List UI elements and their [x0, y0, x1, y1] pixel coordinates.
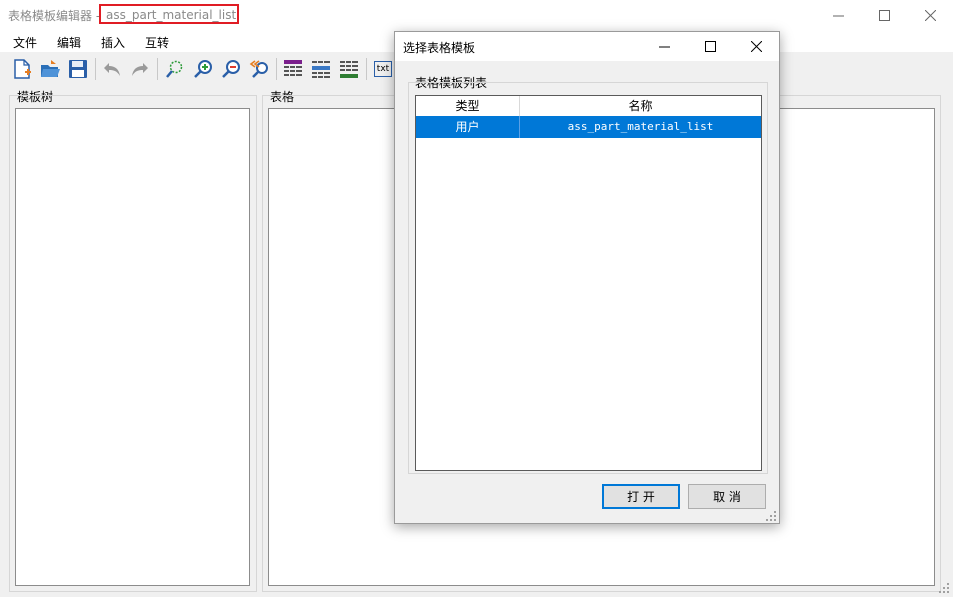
- zoom-reset-icon: [249, 60, 268, 78]
- table-style-blue-icon: [312, 61, 330, 78]
- fit-view-icon: [166, 60, 183, 78]
- app-title: 表格模板编辑器 -: [8, 7, 100, 24]
- minimize-button[interactable]: [815, 0, 861, 30]
- save-button[interactable]: [66, 57, 90, 81]
- minimize-icon: [658, 46, 670, 48]
- column-header-name[interactable]: 名称: [520, 96, 761, 116]
- maximize-button[interactable]: [861, 0, 907, 30]
- row-type-cell: 用户: [455, 120, 480, 134]
- zoom-in-icon: [194, 60, 212, 78]
- resize-grip-icon[interactable]: [938, 582, 950, 594]
- open-button[interactable]: 打 开: [602, 484, 680, 509]
- close-icon: [750, 41, 762, 52]
- menu-file[interactable]: 文件: [13, 34, 37, 51]
- app-title-text: 表格模板编辑器: [8, 9, 93, 23]
- dialog-maximize-button[interactable]: [687, 32, 733, 61]
- undo-button[interactable]: [100, 57, 124, 81]
- save-icon: [69, 60, 87, 78]
- maximize-icon: [704, 41, 716, 52]
- select-template-dialog: 选择表格模板 表格模板列表 类型 名称 用户 ass_part_material…: [394, 31, 780, 524]
- table-row[interactable]: 用户 ass_part_material_list: [416, 116, 761, 138]
- toolbar-separator: [157, 58, 158, 80]
- open-button[interactable]: [38, 57, 62, 81]
- close-icon: [924, 9, 936, 21]
- txt-export-button[interactable]: txt: [371, 57, 395, 81]
- template-list[interactable]: 类型 名称 用户 ass_part_material_list: [415, 95, 762, 471]
- undo-icon: [104, 63, 120, 76]
- redo-icon: [132, 63, 148, 76]
- redo-button[interactable]: [128, 57, 152, 81]
- template-tree[interactable]: [15, 108, 250, 586]
- row-name-cell: ass_part_material_list: [567, 120, 714, 133]
- zoom-out-icon: [222, 60, 240, 78]
- menu-edit[interactable]: 编辑: [57, 34, 81, 51]
- table-style-purple-button[interactable]: [281, 57, 305, 81]
- new-file-button[interactable]: [10, 57, 34, 81]
- zoom-in-button[interactable]: [191, 57, 215, 81]
- toolbar-separator: [95, 58, 96, 80]
- toolbar-separator: [276, 58, 277, 80]
- document-title: ass_part_material_list: [99, 4, 239, 24]
- table-style-purple-icon: [284, 60, 302, 76]
- new-file-icon: [14, 59, 31, 79]
- table-style-green-icon: [340, 61, 358, 78]
- dialog-close-button[interactable]: [733, 32, 779, 61]
- list-header: 类型 名称: [416, 96, 761, 117]
- cancel-button[interactable]: 取 消: [688, 484, 766, 509]
- dialog-resize-grip-icon[interactable]: [765, 510, 777, 522]
- table-style-blue-button[interactable]: [309, 57, 333, 81]
- dialog-title: 选择表格模板: [403, 41, 476, 55]
- dialog-minimize-button[interactable]: [641, 32, 687, 61]
- fit-view-button[interactable]: [163, 57, 187, 81]
- maximize-icon: [878, 9, 890, 21]
- open-folder-icon: [41, 60, 60, 77]
- zoom-reset-button[interactable]: [247, 57, 271, 81]
- column-header-type[interactable]: 类型: [416, 96, 519, 116]
- txt-icon: txt: [374, 61, 392, 77]
- table-style-green-button[interactable]: [337, 57, 361, 81]
- menu-insert[interactable]: 插入: [101, 34, 125, 51]
- close-button[interactable]: [907, 0, 953, 30]
- minimize-icon: [832, 15, 844, 16]
- menu-convert[interactable]: 互转: [145, 34, 169, 51]
- zoom-out-button[interactable]: [219, 57, 243, 81]
- toolbar-separator: [366, 58, 367, 80]
